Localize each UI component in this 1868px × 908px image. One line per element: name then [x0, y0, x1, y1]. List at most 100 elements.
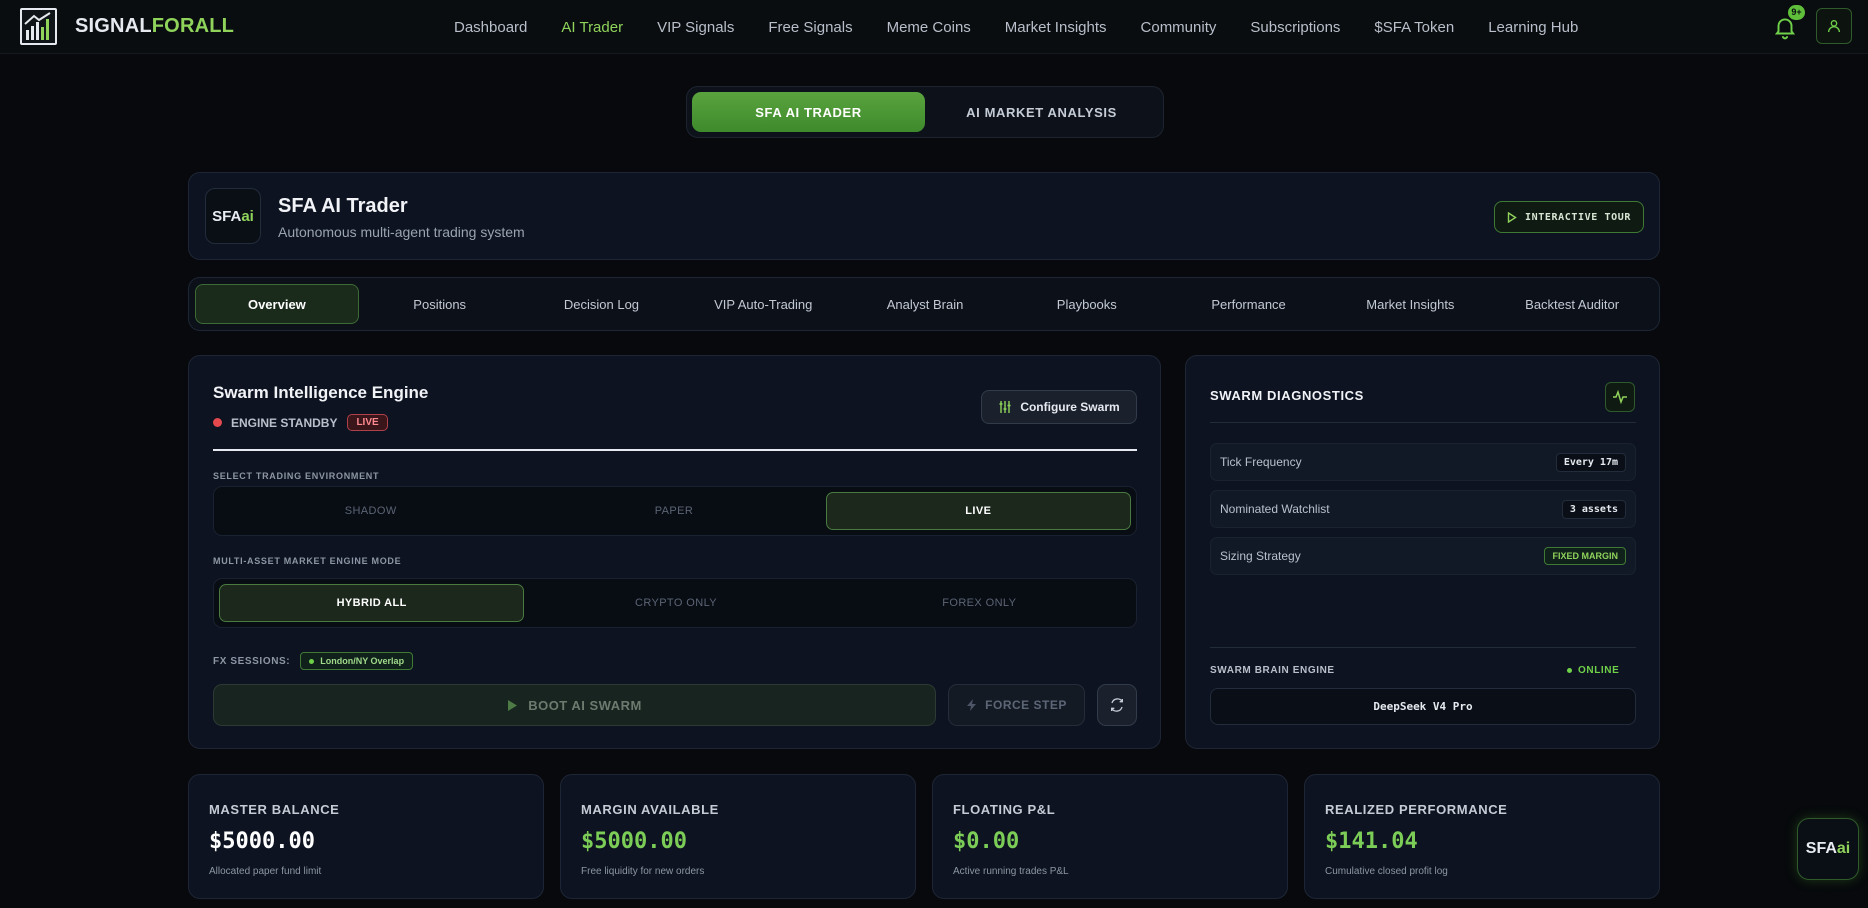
mode-sfa-ai-trader[interactable]: SFA AI TRADER — [692, 92, 925, 132]
diagnostics-title: SWARM DIAGNOSTICS — [1210, 388, 1364, 403]
interactive-tour-button[interactable]: INTERACTIVE TOUR — [1494, 201, 1644, 233]
env-option-paper[interactable]: PAPER — [522, 492, 825, 530]
mode-option-forex-only[interactable]: FOREX ONLY — [828, 584, 1131, 622]
online-status-text: ONLINE — [1578, 665, 1620, 676]
brand-logo[interactable]: SIGNALFORALL — [20, 8, 234, 45]
metric-label: MARGIN AVAILABLE — [581, 802, 719, 817]
engine-divider — [213, 449, 1137, 451]
tab-performance[interactable]: Performance — [1168, 284, 1330, 324]
mode-option-crypto-only[interactable]: CRYPTO ONLY — [524, 584, 827, 622]
nav-link-community[interactable]: Community — [1141, 19, 1217, 36]
metric-label: FLOATING P&L — [953, 802, 1056, 817]
brain-engine-label: SWARM BRAIN ENGINE — [1210, 665, 1335, 676]
tab-playbooks[interactable]: Playbooks — [1006, 284, 1168, 324]
engine-title: Swarm Intelligence Engine — [213, 383, 429, 402]
configure-swarm-button[interactable]: Configure Swarm — [981, 390, 1137, 424]
lightning-icon — [967, 699, 977, 711]
logo-chart-icon — [20, 8, 57, 45]
metric-caption: Free liquidity for new orders — [581, 866, 705, 877]
nav-link-subscriptions[interactable]: Subscriptions — [1250, 19, 1340, 36]
engine-mode-selector: HYBRID ALL CRYPTO ONLY FOREX ONLY — [213, 578, 1137, 628]
metric-value: $141.04 — [1325, 829, 1418, 854]
brain-model-selector[interactable]: DeepSeek V4 Pro — [1210, 688, 1636, 725]
tab-market-insights[interactable]: Market Insights — [1329, 284, 1491, 324]
play-icon — [1507, 211, 1517, 223]
nav-link-sfa-token[interactable]: $SFA Token — [1374, 19, 1454, 36]
force-step-label: FORCE STEP — [985, 698, 1067, 712]
online-status: ONLINE — [1567, 665, 1619, 676]
metric-caption: Allocated paper fund limit — [209, 866, 322, 877]
online-dot-icon — [1567, 668, 1572, 673]
mode-switch: SFA AI TRADER AI MARKET ANALYSIS — [686, 86, 1164, 138]
engine-status: ENGINE STANDBY LIVE — [213, 414, 388, 431]
metric-master-balance: MASTER BALANCE $5000.00 Allocated paper … — [188, 774, 544, 899]
engine-status-text: ENGINE STANDBY — [231, 415, 338, 430]
sfa-ai-logo-part1: SFA — [212, 207, 242, 225]
stat-row-sizing-strategy: Sizing Strategy FIXED MARGIN — [1210, 537, 1636, 575]
notification-badge: 9+ — [1788, 5, 1805, 20]
trader-header-card: SFA ai SFA AI Trader Autonomous multi-age… — [188, 172, 1660, 260]
sfa-ai-logo: SFA ai — [205, 188, 261, 244]
swarm-diagnostics-card: SWARM DIAGNOSTICS Tick Frequency Every 1… — [1185, 355, 1660, 749]
trading-environment-selector: SHADOW PAPER LIVE — [213, 486, 1137, 536]
fx-sessions-row: FX SESSIONS: London/NY Overlap — [213, 652, 414, 670]
activity-button[interactable] — [1605, 382, 1635, 412]
nav-link-market-insights[interactable]: Market Insights — [1005, 19, 1107, 36]
pulse-icon — [1613, 390, 1627, 404]
metric-label: MASTER BALANCE — [209, 802, 340, 817]
configure-swarm-label: Configure Swarm — [1020, 400, 1120, 414]
boot-ai-swarm-button[interactable]: BOOT AI SWARM — [213, 684, 936, 726]
nav-link-vip-signals[interactable]: VIP Signals — [657, 19, 734, 36]
session-dot-icon — [309, 658, 315, 664]
page-subtitle: Autonomous multi-agent trading system — [278, 224, 525, 240]
top-navbar: SIGNALFORALL Dashboard AI Trader VIP Sig… — [0, 0, 1868, 54]
nav-link-learning-hub[interactable]: Learning Hub — [1488, 19, 1578, 36]
refresh-button[interactable] — [1097, 684, 1137, 726]
sliders-icon — [999, 401, 1011, 413]
tab-analyst-brain[interactable]: Analyst Brain — [844, 284, 1006, 324]
user-menu-button[interactable] — [1816, 8, 1852, 44]
metric-value: $5000.00 — [209, 829, 315, 854]
metric-label: REALIZED PERFORMANCE — [1325, 802, 1508, 817]
nav-link-ai-trader[interactable]: AI Trader — [561, 19, 623, 36]
fx-session-badge: London/NY Overlap — [300, 652, 414, 670]
play-icon — [508, 699, 518, 711]
metric-caption: Active running trades P&L — [953, 866, 1069, 877]
metric-floating-pnl: FLOATING P&L $0.00 Active running trades… — [932, 774, 1288, 899]
env-option-shadow[interactable]: SHADOW — [219, 492, 522, 530]
env-option-live[interactable]: LIVE — [825, 492, 1131, 530]
live-status-badge: LIVE — [347, 414, 388, 431]
metric-value: $0.00 — [953, 829, 1020, 854]
metric-realized-performance: REALIZED PERFORMANCE $141.04 Cumulative … — [1304, 774, 1660, 899]
launcher-logo-part1: SFA — [1805, 840, 1837, 857]
stat-value: Every 17m — [1555, 452, 1626, 472]
user-icon — [1828, 20, 1840, 33]
nav-link-free-signals[interactable]: Free Signals — [768, 19, 852, 36]
env-section-label: SELECT TRADING ENVIRONMENT — [213, 471, 380, 481]
metric-caption: Cumulative closed profit log — [1325, 866, 1448, 877]
stat-name: Tick Frequency — [1220, 455, 1302, 469]
tab-positions[interactable]: Positions — [359, 284, 521, 324]
stat-row-tick-frequency: Tick Frequency Every 17m — [1210, 443, 1636, 481]
tab-vip-auto-trading[interactable]: VIP Auto-Trading — [682, 284, 844, 324]
page-title: SFA AI Trader — [278, 195, 408, 217]
sfa-ai-logo-part2: ai — [241, 207, 254, 225]
nav-link-meme-coins[interactable]: Meme Coins — [887, 19, 971, 36]
diagnostics-divider — [1210, 422, 1636, 423]
nav-links: Dashboard AI Trader VIP Signals Free Sig… — [454, 0, 1612, 54]
nav-link-dashboard[interactable]: Dashboard — [454, 19, 527, 36]
tab-overview[interactable]: Overview — [195, 284, 359, 324]
metric-value: $5000.00 — [581, 829, 687, 854]
stat-name: Sizing Strategy — [1220, 549, 1301, 563]
force-step-button[interactable]: FORCE STEP — [948, 684, 1085, 726]
sizing-strategy-badge: FIXED MARGIN — [1544, 547, 1626, 565]
tab-backtest-auditor[interactable]: Backtest Auditor — [1491, 284, 1653, 324]
mode-option-hybrid-all[interactable]: HYBRID ALL — [219, 584, 525, 622]
brand-name: SIGNALFORALL — [75, 15, 234, 38]
tab-decision-log[interactable]: Decision Log — [521, 284, 683, 324]
ai-assistant-launcher[interactable]: SFA ai — [1797, 818, 1859, 880]
metric-margin-available: MARGIN AVAILABLE $5000.00 Free liquidity… — [560, 774, 916, 899]
mode-ai-market-analysis[interactable]: AI MARKET ANALYSIS — [925, 92, 1158, 132]
brain-divider — [1210, 647, 1636, 648]
interactive-tour-label: INTERACTIVE TOUR — [1525, 211, 1631, 223]
